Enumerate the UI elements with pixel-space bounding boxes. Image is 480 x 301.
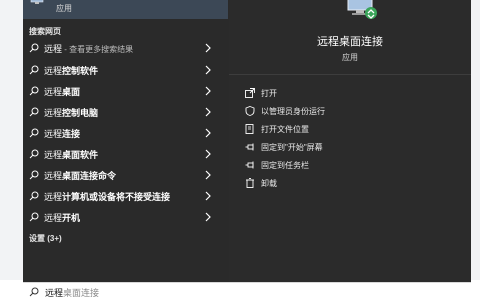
result-label: 远程连接 bbox=[44, 129, 81, 139]
settings-heading[interactable]: 设置 (3+) bbox=[29, 233, 62, 244]
search-box[interactable]: 远程桌面连接 bbox=[23, 282, 471, 301]
run-as-admin-icon bbox=[245, 106, 255, 116]
search-icon bbox=[29, 170, 39, 180]
app-detail-header: 远程桌面连接 应用 bbox=[229, 0, 471, 75]
pin-icon bbox=[245, 143, 254, 151]
action-uninstall[interactable]: 卸载 bbox=[245, 176, 455, 192]
search-query[interactable]: 远程桌面连接 bbox=[45, 286, 99, 299]
web-result-row[interactable]: 远程桌面连接命令 bbox=[23, 165, 228, 185]
chevron-right-icon bbox=[205, 191, 211, 201]
action-open-file-location[interactable]: 打开文件位置 bbox=[245, 122, 455, 138]
pin-icon bbox=[245, 161, 254, 169]
web-result-row[interactable]: 远程计算机或设备将不接受连接 bbox=[23, 186, 228, 206]
chevron-right-icon bbox=[205, 43, 211, 53]
remote-desktop-app-icon bbox=[347, 0, 377, 19]
action-pin-to-start[interactable]: 固定到"开始"屏幕 bbox=[245, 140, 455, 156]
action-open[interactable]: 打开 bbox=[245, 86, 455, 102]
result-label: 远程桌面 bbox=[44, 87, 81, 97]
result-label: 远程桌面软件 bbox=[44, 150, 99, 160]
search-icon bbox=[29, 287, 39, 297]
search-icon bbox=[29, 212, 39, 222]
search-icon bbox=[29, 128, 39, 138]
result-label: 远程 - 查看更多搜索结果 bbox=[44, 44, 134, 54]
background-right-strip bbox=[471, 0, 480, 280]
best-match-type: 应用 bbox=[56, 4, 72, 13]
action-pin-to-taskbar[interactable]: 固定到任务栏 bbox=[245, 158, 455, 174]
search-icon bbox=[29, 149, 39, 159]
result-label: 远程计算机或设备将不接受连接 bbox=[44, 192, 171, 202]
web-result-row[interactable]: 远程控制电脑 bbox=[23, 102, 228, 122]
web-result-row[interactable]: 远程桌面软件 bbox=[23, 144, 228, 164]
web-result-row[interactable]: 远程控制软件 bbox=[23, 60, 228, 80]
search-icon bbox=[29, 43, 39, 53]
web-result-row[interactable]: 远程开机 bbox=[23, 207, 228, 227]
web-result-row[interactable]: 远程 - 查看更多搜索结果 bbox=[23, 38, 228, 58]
file-location-icon bbox=[245, 124, 254, 134]
app-detail-pane: 远程桌面连接 应用 打开 以管理员身份运行 打开文件位置 固定到"开始"屏幕 固… bbox=[229, 0, 471, 282]
result-label: 远程控制软件 bbox=[44, 66, 99, 76]
search-icon bbox=[29, 107, 39, 117]
search-icon bbox=[29, 65, 39, 75]
chevron-right-icon bbox=[205, 65, 211, 75]
search-autocomplete: 桌面连接 bbox=[63, 288, 100, 298]
background-left-strip bbox=[0, 0, 23, 280]
web-result-row[interactable]: 远程桌面 bbox=[23, 81, 228, 101]
search-icon bbox=[29, 191, 39, 201]
open-icon bbox=[245, 88, 255, 98]
web-result-row[interactable]: 远程连接 bbox=[23, 123, 228, 143]
search-results-list: 应用 搜索网页 远程 - 查看更多搜索结果 远程控制软件 远程桌面 远程控制电脑… bbox=[23, 0, 228, 282]
app-type: 应用 bbox=[342, 53, 358, 62]
remote-desktop-app-icon bbox=[30, 0, 44, 4]
start-search-panel: 应用 搜索网页 远程 - 查看更多搜索结果 远程控制软件 远程桌面 远程控制电脑… bbox=[23, 0, 471, 282]
app-title: 远程桌面连接 bbox=[317, 36, 383, 48]
chevron-right-icon bbox=[205, 212, 211, 222]
result-label: 远程控制电脑 bbox=[44, 108, 99, 118]
chevron-right-icon bbox=[205, 170, 211, 180]
chevron-right-icon bbox=[205, 128, 211, 138]
chevron-right-icon bbox=[205, 107, 211, 117]
search-icon bbox=[29, 86, 39, 96]
best-match-item[interactable]: 应用 bbox=[23, 0, 228, 19]
chevron-right-icon bbox=[205, 149, 211, 159]
action-run-as-admin[interactable]: 以管理员身份运行 bbox=[245, 104, 455, 120]
result-label: 远程桌面连接命令 bbox=[44, 171, 117, 181]
chevron-right-icon bbox=[205, 86, 211, 96]
web-search-heading: 搜索网页 bbox=[29, 27, 61, 36]
result-label: 远程开机 bbox=[44, 213, 81, 223]
trash-icon bbox=[246, 178, 254, 188]
